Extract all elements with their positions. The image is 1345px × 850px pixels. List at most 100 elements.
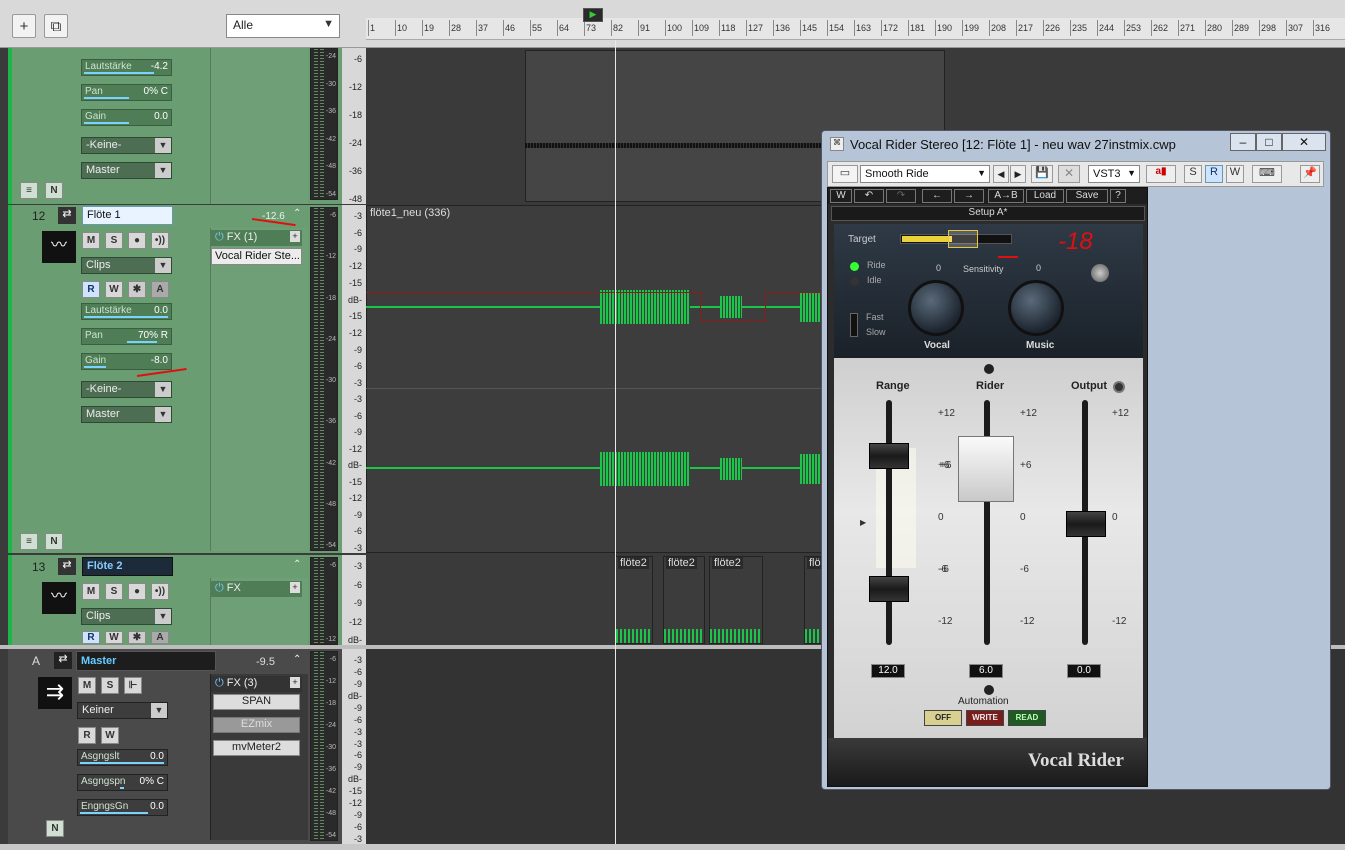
track-filter-dropdown[interactable]: Alle ▼ (226, 14, 340, 38)
playhead-marker-icon[interactable]: ▶ (583, 8, 603, 22)
fx-bin-top[interactable] (210, 48, 308, 204)
track-settings-icon[interactable]: ⇄ (58, 558, 76, 575)
sidechain-button[interactable]: S (1184, 165, 1202, 183)
undo-icon[interactable]: ↶ (854, 189, 884, 203)
clip-flote2[interactable]: flö (804, 556, 823, 644)
save-preset-icon[interactable]: 💾 (1031, 165, 1053, 183)
write-automation-button[interactable]: W (105, 631, 123, 644)
vocal-sensitivity-knob[interactable] (908, 280, 964, 336)
timeline-ruler[interactable]: 1 10 19 28 37 46 55 64 73 82 91 100 109 118 127 136 145 1… (366, 18, 1345, 40)
automation-icon[interactable]: N (46, 820, 64, 837)
pin-icon[interactable]: 📌 (1300, 165, 1320, 183)
track-name-field[interactable]: Flöte 2 (82, 557, 173, 576)
input-gain-control[interactable]: EngngsGn 0.0 (77, 799, 168, 816)
gain-envelope[interactable] (700, 292, 701, 322)
read-automation-button[interactable]: R (82, 281, 100, 298)
range-value[interactable]: 12.0 (871, 664, 905, 678)
archive-button[interactable]: A (151, 631, 169, 644)
mute-button[interactable]: M (82, 232, 100, 249)
collapse-icon[interactable]: ⌃ (293, 208, 301, 219)
gain-envelope[interactable] (700, 321, 766, 322)
gain-envelope[interactable] (765, 292, 822, 293)
send-pan-control[interactable]: Asgngspn 0% C (77, 774, 168, 791)
output-select[interactable]: Master ▼ (81, 406, 172, 423)
ab-compare-icon[interactable]: a▮ (1146, 165, 1176, 183)
write-automation-button[interactable]: W (105, 281, 123, 298)
gain-envelope[interactable] (765, 292, 766, 322)
clip-flote2[interactable]: flöte2 (663, 556, 705, 644)
solo-button[interactable]: S (105, 583, 123, 600)
clip-flote1[interactable] (366, 205, 822, 553)
close-button[interactable]: ✕ (1282, 133, 1326, 151)
output-value[interactable]: 0.0 (1067, 664, 1101, 678)
freeze-icon[interactable]: ✱ (128, 631, 146, 644)
output-fader-handle[interactable] (1066, 511, 1106, 537)
plugin-titlebar[interactable]: ⌘ Vocal Rider Stereo [12: Flöte 1] - neu… (822, 131, 1330, 159)
track-view-icon[interactable]: ≡ (20, 533, 38, 550)
automation-read-button[interactable]: READ (1008, 710, 1046, 726)
read-button[interactable]: R (1205, 165, 1223, 183)
clip-flote2[interactable]: flöte2 (615, 556, 653, 644)
track-mode-select[interactable]: Clips ▼ (81, 608, 172, 625)
archive-button[interactable]: A (151, 281, 169, 298)
power-icon[interactable]: ⏻ (215, 582, 224, 594)
bus-name-field[interactable]: Master (76, 651, 216, 671)
mute-button[interactable]: M (78, 677, 96, 694)
fx-slot-mvmeter2[interactable]: mvMeter2 (213, 740, 300, 756)
copy-a-to-b-button[interactable]: A→B (988, 189, 1024, 203)
fx-slot-ezmix[interactable]: EZmix (213, 717, 300, 733)
fx-slot-span[interactable]: SPAN (213, 694, 300, 710)
gain-control[interactable]: Gain -8.0 (81, 353, 172, 370)
help-button[interactable]: ? (1110, 189, 1126, 203)
prev-preset-icon[interactable]: ◀ (993, 165, 1009, 183)
speed-switch[interactable] (850, 313, 858, 337)
automation-write-button[interactable]: WRITE (966, 710, 1004, 726)
bus-settings-icon[interactable]: ⇄ (54, 652, 72, 669)
fx-bin-12[interactable] (210, 228, 308, 551)
rider-fader-handle[interactable] (958, 436, 1014, 502)
plugin-format-select[interactable]: VST3 ▼ (1088, 165, 1140, 183)
power-icon[interactable]: ⏻ (215, 677, 224, 689)
add-fx-icon[interactable]: + (290, 231, 300, 242)
write-automation-button[interactable]: W (101, 727, 119, 744)
load-a-icon[interactable]: ← (922, 189, 952, 203)
read-automation-button[interactable]: R (78, 727, 96, 744)
track-settings-icon[interactable]: ⇄ (58, 207, 76, 224)
track-view-icon[interactable]: ≡ (20, 182, 38, 199)
automation-off-button[interactable]: OFF (924, 710, 962, 726)
fx-header[interactable]: ⏻ FX (3) + (211, 676, 302, 692)
rider-value[interactable]: 6.0 (969, 664, 1003, 678)
send-level-control[interactable]: Asgngslt 0.0 (77, 749, 168, 766)
write-button[interactable]: W (1226, 165, 1244, 183)
gain-control[interactable]: Gain 0.0 (81, 109, 172, 126)
delete-preset-icon[interactable]: ✕ (1058, 165, 1080, 183)
clip-flote2[interactable]: flöte2 (709, 556, 763, 644)
next-preset-icon[interactable]: ▶ (1010, 165, 1026, 183)
record-arm-icon[interactable]: ● (128, 583, 146, 600)
track-mode-select[interactable]: Clips ▼ (81, 257, 172, 274)
gain-envelope[interactable] (366, 292, 701, 293)
power-icon[interactable]: ⏻ (215, 231, 224, 243)
bus-output-select[interactable]: Keiner ▼ (77, 702, 168, 719)
add-fx-icon[interactable]: + (290, 677, 300, 688)
sensitivity-link-icon[interactable] (1091, 264, 1109, 282)
fx-slot-vocal-rider[interactable]: Vocal Rider Ste... (211, 248, 302, 265)
music-sensitivity-knob[interactable] (1008, 280, 1064, 336)
ride-led-icon[interactable] (850, 262, 859, 271)
solo-button[interactable]: S (105, 232, 123, 249)
input-echo-icon[interactable]: •)) (151, 583, 169, 600)
automation-icon[interactable]: N (45, 182, 63, 199)
minimize-button[interactable]: – (1230, 133, 1256, 151)
save-button[interactable]: Save (1066, 189, 1108, 203)
preset-select[interactable]: Smooth Ride ▼ (860, 165, 990, 183)
waves-logo-icon[interactable]: W (830, 189, 852, 203)
keyboard-icon[interactable]: ⌨ (1252, 165, 1282, 183)
input-echo-icon[interactable]: •)) (151, 232, 169, 249)
mute-button[interactable]: M (82, 583, 100, 600)
fx-header[interactable]: ⏻ FX + (211, 581, 302, 597)
record-arm-icon[interactable]: ● (128, 232, 146, 249)
collapse-icon[interactable]: ⌃ (293, 654, 301, 665)
freeze-icon[interactable]: ✱ (128, 281, 146, 298)
horizontal-scrollbar[interactable] (0, 844, 1345, 850)
load-b-icon[interactable]: → (954, 189, 984, 203)
